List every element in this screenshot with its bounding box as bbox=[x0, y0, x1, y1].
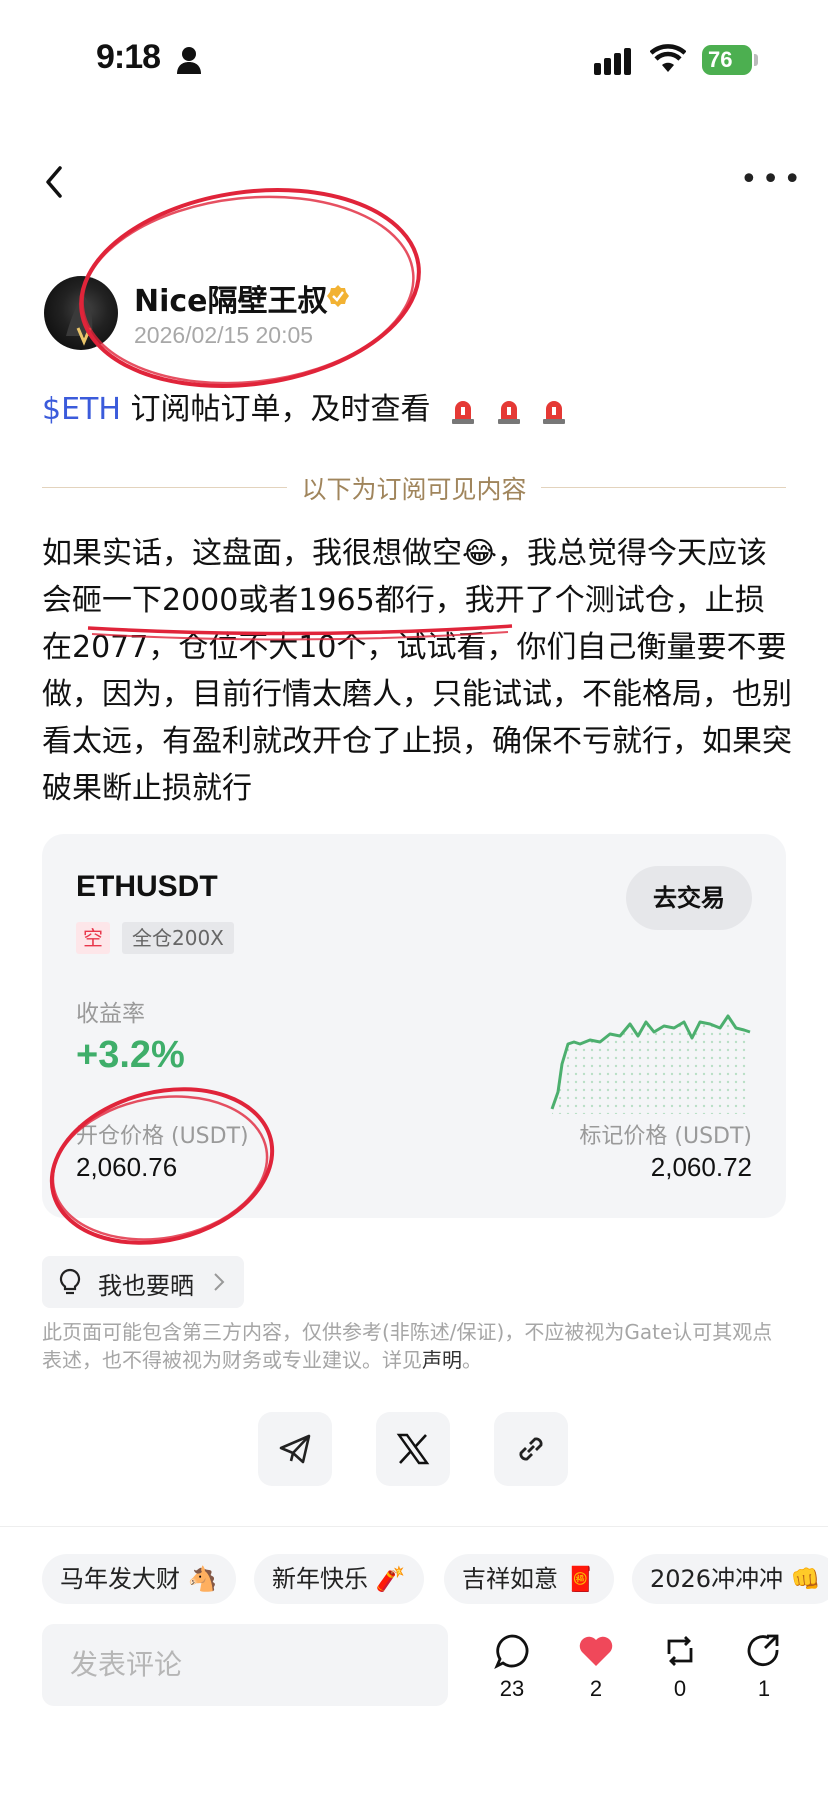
ticker-link[interactable]: $ETH bbox=[42, 392, 121, 427]
post-timestamp: 2026/02/15 20:05 bbox=[134, 322, 314, 348]
position-card[interactable]: ETHUSDT 去交易 空 全仓200X 收益率 +3.2% 开仓价格 (USD… bbox=[42, 834, 786, 1218]
share-x-button[interactable] bbox=[376, 1412, 450, 1486]
quick-tag[interactable]: 新年快乐 🧨 bbox=[254, 1554, 424, 1604]
chevron-right-icon bbox=[214, 1273, 225, 1291]
mark-price-label: 标记价格 (USDT) bbox=[579, 1124, 752, 1149]
like-action[interactable]: 2 bbox=[566, 1632, 626, 1702]
margin-mode-badge: 全仓200X bbox=[122, 922, 234, 954]
repost-action[interactable]: 0 bbox=[650, 1632, 710, 1702]
share-too-button[interactable]: 我也要晒 bbox=[42, 1256, 244, 1308]
verified-icon bbox=[327, 285, 349, 307]
quick-tag[interactable]: 马年发大财 🐴 bbox=[42, 1554, 236, 1604]
wifi-icon bbox=[650, 44, 686, 72]
trading-pair: ETHUSDT bbox=[76, 870, 218, 903]
siren-icon bbox=[497, 400, 520, 424]
lightbulb-icon bbox=[59, 1268, 81, 1295]
direction-badge: 空 bbox=[76, 922, 110, 954]
avatar[interactable] bbox=[44, 276, 118, 350]
open-price-value: 2,060.76 bbox=[76, 1152, 178, 1182]
disclaimer: 此页面可能包含第三方内容，仅供参考(非陈述/保证)，不应被视为Gate认可其观点… bbox=[42, 1318, 792, 1374]
share-icon bbox=[747, 1634, 779, 1666]
like-count: 2 bbox=[589, 1676, 603, 1701]
siren-icon bbox=[452, 400, 475, 424]
post-title: $ETH 订阅帖订单，及时查看 bbox=[42, 384, 567, 428]
status-time: 9:18 bbox=[96, 38, 161, 76]
author-name[interactable]: Nice隔壁王叔 bbox=[134, 276, 328, 320]
share-count: 1 bbox=[757, 1676, 771, 1701]
quick-tag[interactable]: 吉祥如意 🧧 bbox=[444, 1554, 614, 1604]
open-price-label: 开仓价格 (USDT) bbox=[76, 1124, 249, 1149]
disclaimer-link[interactable]: 声明 bbox=[422, 1348, 462, 1372]
more-options-icon[interactable]: ••• bbox=[740, 165, 805, 195]
person-icon bbox=[177, 47, 201, 74]
repost-count: 0 bbox=[673, 1676, 687, 1701]
battery-icon: 76 bbox=[702, 45, 752, 75]
avatar-image bbox=[66, 296, 93, 346]
post-title-text: 订阅帖订单，及时查看 bbox=[130, 392, 431, 427]
post-body: 如果实话，这盘面，我很想做空😂，我总觉得今天应该会砸一下2000或者1965都行… bbox=[42, 536, 792, 806]
comment-action[interactable]: 23 bbox=[482, 1632, 542, 1702]
quick-tag[interactable]: 2026冲冲冲 👊 bbox=[632, 1554, 828, 1604]
siren-icon bbox=[543, 400, 566, 424]
disclaimer-end: 。 bbox=[462, 1348, 482, 1372]
telegram-icon bbox=[279, 1434, 311, 1464]
comment-icon bbox=[494, 1634, 529, 1669]
disclaimer-text: 此页面可能包含第三方内容，仅供参考(非陈述/保证)，不应被视为Gate认可其观点… bbox=[42, 1320, 773, 1372]
yield-label: 收益率 bbox=[76, 1001, 145, 1027]
heart-icon bbox=[579, 1636, 613, 1666]
link-icon bbox=[519, 1437, 543, 1461]
divider-label: 以下为订阅可见内容 bbox=[287, 475, 541, 504]
pnl-sparkline bbox=[550, 1014, 751, 1114]
comment-input[interactable]: 发表评论 bbox=[42, 1624, 448, 1706]
copy-link-button[interactable] bbox=[494, 1412, 568, 1486]
comment-count: 23 bbox=[499, 1676, 525, 1701]
repost-icon bbox=[667, 1636, 693, 1666]
go-trade-button[interactable]: 去交易 bbox=[626, 866, 752, 930]
back-icon[interactable] bbox=[40, 162, 70, 202]
battery-tip bbox=[754, 54, 758, 66]
share-action[interactable]: 1 bbox=[734, 1632, 794, 1702]
subscriber-divider: 以下为订阅可见内容 bbox=[42, 470, 786, 504]
signal-icon bbox=[594, 48, 634, 75]
section-separator bbox=[0, 1526, 828, 1527]
share-telegram-button[interactable] bbox=[258, 1412, 332, 1486]
yield-value: +3.2% bbox=[76, 1034, 185, 1076]
mark-price-value: 2,060.72 bbox=[650, 1152, 752, 1182]
share-too-label: 我也要晒 bbox=[98, 1272, 194, 1300]
x-icon bbox=[396, 1433, 430, 1465]
